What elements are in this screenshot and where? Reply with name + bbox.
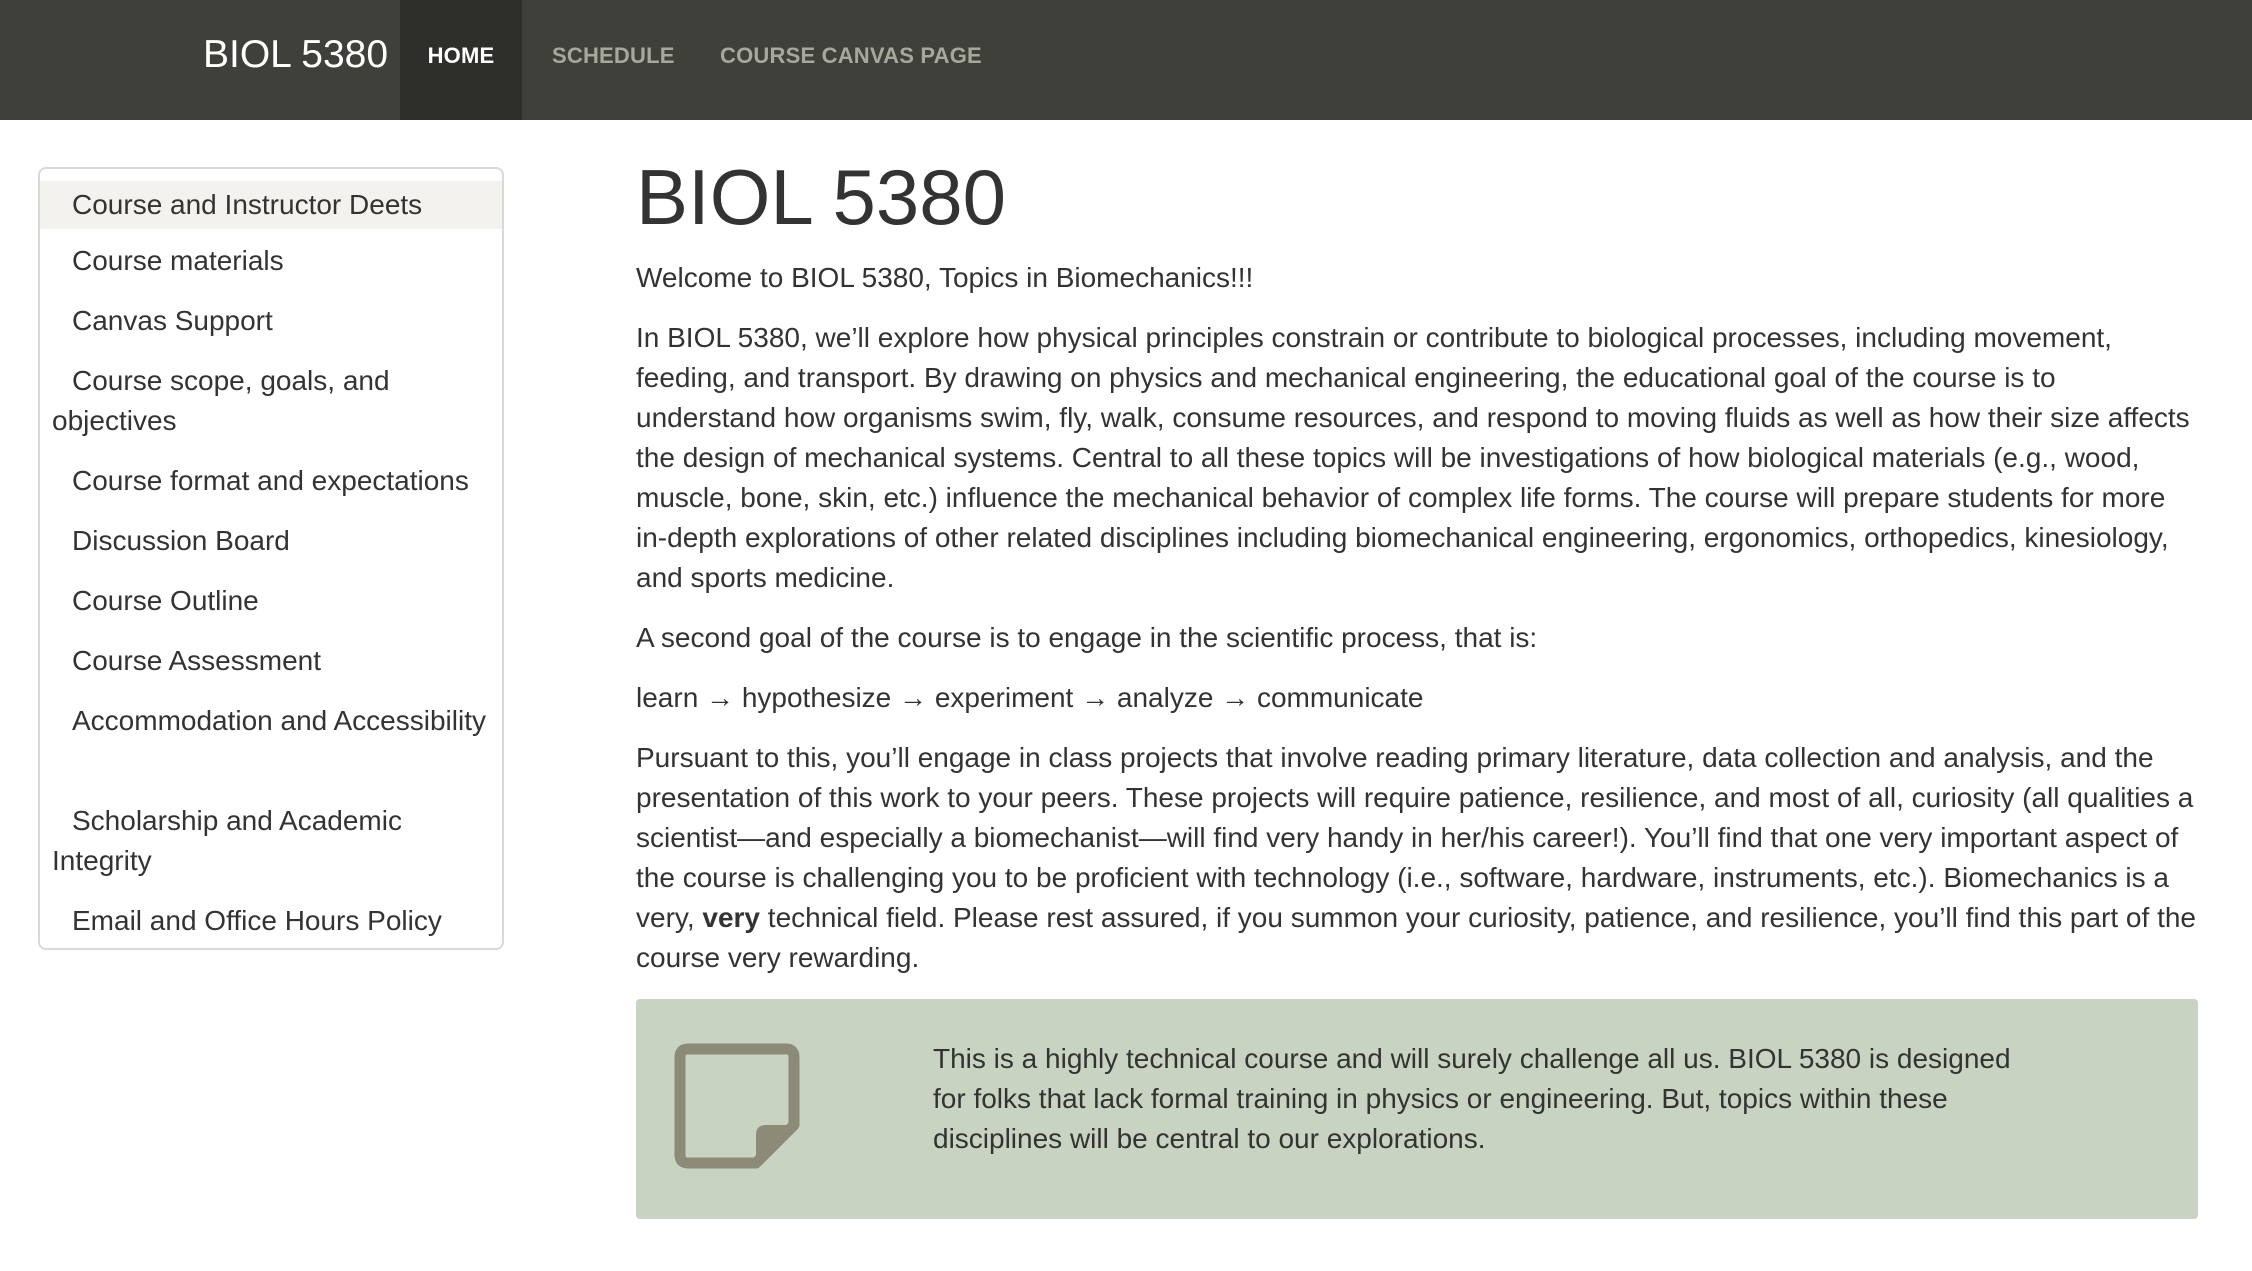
sidebar-item-canvas-support[interactable]: Canvas Support — [40, 301, 502, 341]
note-callout: This is a highly technical course and wi… — [636, 999, 2198, 1219]
sidebar-item-course-outline[interactable]: Course Outline — [40, 581, 502, 621]
pursuant-paragraph: Pursuant to this, you’ll engage in class… — [636, 738, 2198, 978]
sidebar-item-course-scope[interactable]: Course scope, goals, and objectives — [40, 361, 502, 441]
sidebar-item-scholarship[interactable]: Scholarship and Academic Integrity — [40, 801, 502, 881]
nav-course-canvas-page-link[interactable]: COURSE CANVAS PAGE — [690, 0, 1012, 120]
welcome-text: Welcome to BIOL 5380, Topics in Biomecha… — [636, 262, 1254, 293]
sidebar-toc: Course and Instructor Deets Course mater… — [38, 167, 504, 950]
sidebar-item-email-office-hours[interactable]: Email and Office Hours Policy — [40, 901, 502, 941]
nav-home-link[interactable]: HOME — [400, 0, 522, 120]
nav-schedule-link[interactable]: SCHEDULE — [522, 0, 705, 120]
sidebar-item-course-assessment[interactable]: Course Assessment — [40, 641, 502, 681]
page-title: BIOL 5380 — [636, 153, 1007, 241]
sidebar-item-discussion-board[interactable]: Discussion Board — [40, 521, 502, 561]
second-goal-text: A second goal of the course is to engage… — [636, 622, 1538, 653]
sidebar-item-course-and-instructor-deets[interactable]: Course and Instructor Deets — [40, 181, 502, 229]
pursuant-text-end: technical field. Please rest assured, if… — [636, 902, 2196, 973]
sidebar-item-course-format[interactable]: Course format and expectations — [40, 461, 502, 501]
scientific-process-text: learn → hypothesize → experiment → analy… — [636, 682, 1424, 713]
sidebar-item-accommodation[interactable]: Accommodation and Accessibility — [40, 701, 502, 741]
top-navbar: BIOL 5380 HOME SCHEDULE COURSE CANVAS PA… — [0, 0, 2252, 120]
intro-paragraph: In BIOL 5380, we’ll explore how physical… — [636, 322, 2190, 593]
sidebar-item-course-materials[interactable]: Course materials — [40, 241, 502, 281]
site-brand-link[interactable]: BIOL 5380 — [203, 30, 388, 80]
callout-text: This is a highly technical course and wi… — [933, 1043, 2011, 1154]
sticky-note-icon — [674, 1043, 800, 1169]
pursuant-emphasis: very — [702, 902, 761, 933]
